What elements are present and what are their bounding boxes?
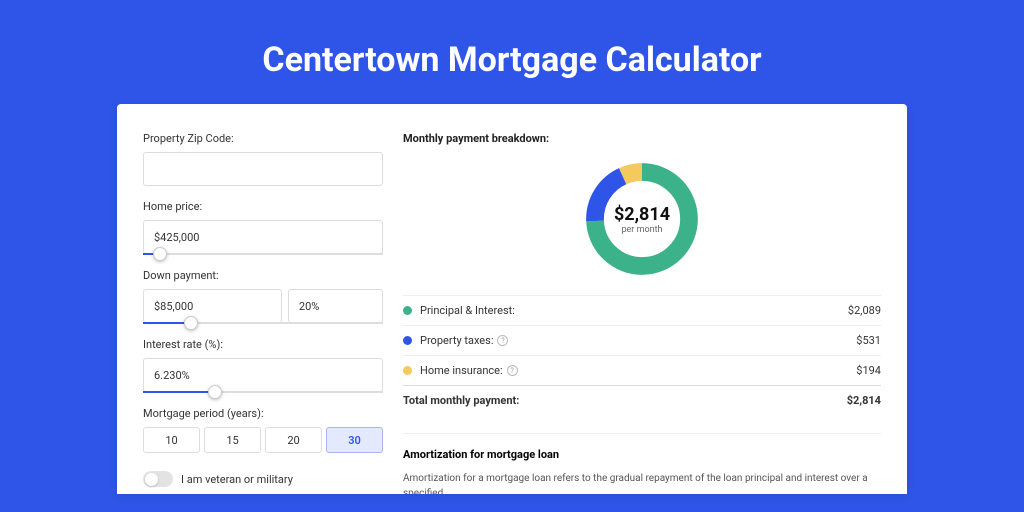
form-panel: Property Zip Code: Home price: Down paym…: [143, 132, 383, 494]
zip-label: Property Zip Code:: [143, 132, 383, 145]
legend-value: $2,089: [848, 304, 881, 317]
down-payment-pct-input[interactable]: [288, 289, 383, 323]
period-option-10[interactable]: 10: [143, 427, 200, 453]
legend-label: Principal & Interest:: [420, 304, 848, 317]
slider-thumb[interactable]: [153, 247, 167, 261]
breakdown-panel: Monthly payment breakdown: $2,814 per mo…: [403, 132, 881, 494]
legend-row-principal: Principal & Interest: $2,089: [403, 295, 881, 325]
slider-thumb[interactable]: [184, 316, 198, 330]
page-title: Centertown Mortgage Calculator: [0, 0, 1024, 104]
legend-row-total: Total monthly payment: $2,814: [403, 385, 881, 415]
donut-sub: per month: [621, 225, 662, 235]
amortization-section: Amortization for mortgage loan Amortizat…: [403, 433, 881, 494]
donut-amount: $2,814: [614, 204, 670, 225]
period-group: 10 15 20 30: [143, 427, 383, 453]
zip-input[interactable]: [143, 152, 383, 186]
info-icon[interactable]: ?: [497, 335, 508, 346]
dot-icon: [403, 306, 412, 315]
total-label: Total monthly payment:: [403, 394, 847, 407]
amortization-title: Amortization for mortgage loan: [403, 448, 881, 461]
period-option-15[interactable]: 15: [204, 427, 261, 453]
legend-label: Home insurance:: [420, 364, 503, 377]
total-value: $2,814: [847, 394, 881, 407]
dot-icon: [403, 336, 412, 345]
dot-icon: [403, 366, 412, 375]
home-price-input[interactable]: [143, 220, 383, 254]
legend-row-taxes: Property taxes: ? $531: [403, 325, 881, 355]
amortization-body: Amortization for a mortgage loan refers …: [403, 471, 881, 494]
legend-value: $531: [856, 334, 881, 347]
slider-thumb[interactable]: [208, 385, 222, 399]
veteran-toggle[interactable]: [143, 471, 173, 487]
interest-input[interactable]: [143, 358, 383, 392]
period-option-20[interactable]: 20: [265, 427, 322, 453]
info-icon[interactable]: ?: [507, 365, 518, 376]
breakdown-title: Monthly payment breakdown:: [403, 132, 881, 145]
home-price-label: Home price:: [143, 200, 383, 213]
home-price-slider[interactable]: [143, 253, 383, 255]
down-payment-input[interactable]: [143, 289, 282, 323]
payment-donut-chart: $2,814 per month: [580, 157, 704, 281]
interest-slider[interactable]: [143, 391, 383, 393]
down-payment-slider[interactable]: [143, 322, 383, 324]
period-label: Mortgage period (years):: [143, 407, 383, 420]
veteran-label: I am veteran or military: [181, 473, 293, 486]
interest-label: Interest rate (%):: [143, 338, 383, 351]
legend-label: Property taxes:: [420, 334, 493, 347]
down-payment-label: Down payment:: [143, 269, 383, 282]
legend-row-insurance: Home insurance: ? $194: [403, 355, 881, 385]
legend-value: $194: [856, 364, 881, 377]
calculator-card: Property Zip Code: Home price: Down paym…: [117, 104, 907, 494]
period-option-30[interactable]: 30: [326, 427, 383, 453]
